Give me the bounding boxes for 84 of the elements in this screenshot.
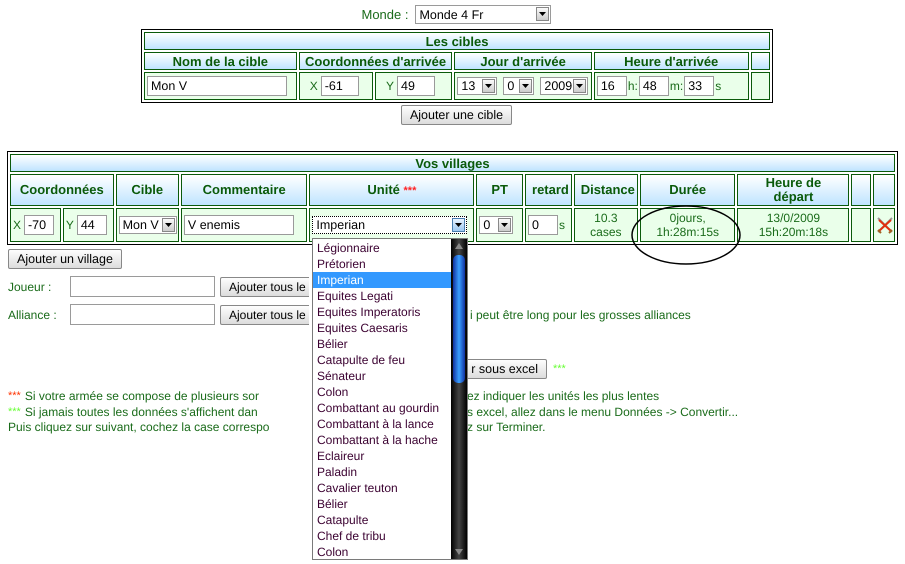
note-text: Puis cliquez sur suivant, cochez la case correspo [8, 420, 270, 436]
column-header: PT [476, 174, 524, 206]
day-select[interactable]: 13 [457, 77, 498, 95]
add-target-button[interactable]: Ajouter une cible [400, 105, 512, 125]
distance-value: 10.3 cases [574, 208, 638, 242]
table-cell [851, 208, 872, 242]
world-select[interactable]: Monde 4 Fr [415, 5, 552, 24]
y-field[interactable]: 44 [76, 215, 107, 235]
column-header [750, 52, 770, 70]
player-label: Joueur : [8, 280, 52, 294]
second-field[interactable]: 33 [684, 76, 714, 96]
crossed-swords-icon[interactable] [876, 216, 894, 234]
column-header: Jour d'arrivée [454, 52, 592, 70]
hour-field[interactable]: 16 [596, 76, 627, 96]
unit-label: s [715, 79, 722, 93]
year-select[interactable]: 2009 [540, 77, 588, 95]
column-header: Coordonnées d'arrivée [298, 52, 452, 70]
note-text: Si jamais toutes les données s'affichent dan [24, 404, 258, 420]
y-field[interactable]: 49 [397, 76, 436, 96]
x-field[interactable]: -61 [320, 76, 359, 96]
table-cell [750, 72, 770, 100]
unit-option[interactable]: Equites Imperatoris [313, 304, 451, 320]
add-all-player-button[interactable]: Ajouter tous le [220, 276, 309, 296]
unit-option[interactable]: Equites Caesaris [313, 320, 451, 336]
delay-field[interactable]: 0 [528, 215, 558, 235]
alliance-field[interactable] [70, 304, 215, 325]
note-text: Si votre armée se compose de plusieurs sor [24, 389, 259, 404]
unit-select[interactable]: Imperian [312, 216, 468, 234]
pt-select[interactable]: 0 [479, 216, 514, 234]
add-village-button[interactable]: Ajouter un village [8, 249, 122, 269]
world-label: Monde : [362, 7, 408, 22]
unit-option[interactable]: Eclaireur [313, 448, 451, 464]
unit-option[interactable]: Colon [313, 384, 451, 400]
add-all-alliance-button[interactable]: Ajouter tous le [220, 304, 309, 324]
column-header [873, 174, 895, 206]
unit-option[interactable]: Colon [313, 544, 451, 560]
warning-text: i peut être long pour les grosses alliances [470, 308, 691, 322]
note-mark: *** [553, 363, 566, 375]
table-title: Vos villages [10, 154, 895, 172]
alliance-label: Alliance : [8, 308, 58, 322]
column-header: Unité *** [309, 174, 474, 206]
unit-option[interactable]: Légionnaire [313, 240, 451, 256]
unit-option[interactable]: Bélier [313, 336, 451, 352]
column-header: Durée [640, 174, 736, 206]
axis-label: Y [66, 218, 74, 232]
duration-value: 0jours, 1h:28m:15s [640, 208, 736, 242]
column-header: Commentaire [180, 174, 308, 206]
column-header: Nom de la cible [144, 52, 297, 70]
column-header: Distance [574, 174, 638, 206]
unit-option[interactable]: Combattant à la hache [313, 432, 451, 448]
unit-label: s [559, 218, 566, 232]
unit-label: h: [628, 79, 638, 93]
column-header: Cible [116, 174, 179, 206]
column-header [851, 174, 872, 206]
comment-field[interactable]: V enemis [184, 215, 294, 235]
departure-value: 13/0/2009 15h:20m:18s [737, 208, 850, 242]
note-mark: *** [8, 404, 21, 420]
note-text: ez indiquer les unités les plus lentes [467, 389, 660, 404]
target-name-field[interactable]: Mon V [147, 76, 287, 96]
column-header: Heure de départ [737, 174, 850, 206]
x-field[interactable]: -70 [24, 215, 54, 235]
month-select[interactable]: 0 [503, 77, 534, 95]
unit-option[interactable]: Bélier [313, 496, 451, 512]
unit-option[interactable]: Prétorien [313, 256, 451, 272]
unit-option[interactable]: Catapulte [313, 512, 451, 528]
scrollbar[interactable] [451, 239, 467, 559]
unit-option[interactable]: Combattant au gourdin [313, 400, 451, 416]
column-header: retard [525, 174, 572, 206]
unit-option[interactable]: Cavalier teuton [313, 480, 451, 496]
axis-label: X [13, 218, 22, 232]
axis-label: X [310, 79, 318, 93]
target-select[interactable]: Mon V [118, 216, 177, 234]
column-header: Coordonnées [10, 174, 114, 206]
minute-field[interactable]: 48 [638, 76, 669, 96]
unit-option[interactable]: Equites Legati [313, 288, 451, 304]
table-title: Les cibles [144, 32, 770, 50]
unit-label: m: [670, 79, 684, 93]
unit-option[interactable]: Chef de tribu [313, 528, 451, 544]
axis-label: Y [386, 79, 394, 93]
player-field[interactable] [70, 276, 215, 297]
note-mark: *** [8, 389, 21, 404]
unit-option[interactable]: Combattant à la lance [313, 416, 451, 432]
column-header: Heure d'arrivée [594, 52, 749, 70]
unit-option[interactable]: Paladin [313, 464, 451, 480]
